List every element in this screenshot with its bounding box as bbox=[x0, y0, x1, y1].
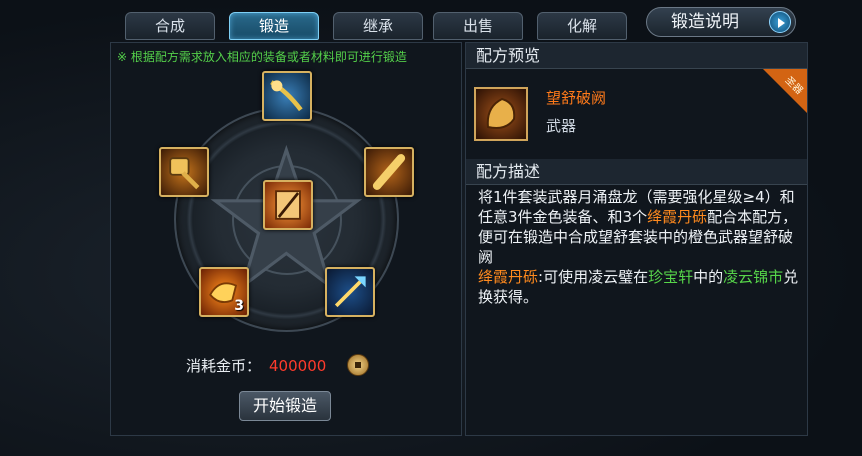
left-slot[interactable] bbox=[159, 147, 209, 197]
scroll-weapon-icon bbox=[275, 190, 301, 220]
material-name: 绛霞丹砾 bbox=[478, 268, 539, 286]
forge-panel: ※ 根据配方需求放入相应的装备或者材料即可进行锻造 3 消耗金币： 400000… bbox=[110, 42, 462, 436]
recipe-item-name: 望舒破阙 bbox=[546, 89, 607, 107]
gold-club-icon bbox=[372, 154, 406, 190]
tab-dismantle[interactable]: 化解 bbox=[537, 12, 627, 40]
market-link[interactable]: 凌云锦市 bbox=[723, 268, 783, 286]
dragon-staff-icon bbox=[270, 80, 303, 112]
desc-text: 中的 bbox=[693, 268, 724, 286]
right-slot[interactable] bbox=[364, 147, 414, 197]
gold-hammer-icon bbox=[169, 157, 200, 190]
recipe-item-icon[interactable] bbox=[474, 87, 528, 141]
cost-row: 消耗金币： 400000 bbox=[186, 355, 326, 376]
desc-text: :可使用凌云璧在 bbox=[538, 268, 649, 286]
cost-value: 400000 bbox=[269, 357, 327, 375]
cost-label: 消耗金币： bbox=[186, 357, 262, 375]
forge-hint: ※ 根据配方需求放入相应的装备或者材料即可进行锻造 bbox=[117, 50, 407, 64]
recipe-panel: 配方预览 望舒破阙 武器 圣器 配方描述 将1件套装武器月涌盘龙（需要强化星级≥… bbox=[465, 42, 808, 436]
item-count: 3 bbox=[234, 298, 244, 314]
forge-screen: 合成 锻造 继承 出售 化解 锻造说明 ※ 根据配方需求放入相应的装备或者材料即… bbox=[0, 0, 862, 456]
play-arrow-icon bbox=[769, 11, 791, 33]
recipe-preview-header: 配方预览 bbox=[466, 43, 807, 69]
bottom-right-slot[interactable] bbox=[325, 267, 375, 317]
shop-link[interactable]: 珍宝轩 bbox=[648, 268, 693, 286]
golden-dragon-weapon-icon bbox=[486, 97, 516, 129]
center-slot[interactable] bbox=[263, 180, 313, 230]
forge-help-label: 锻造说明 bbox=[671, 12, 739, 32]
gold-coin-icon bbox=[347, 354, 369, 376]
tab-forge[interactable]: 锻造 bbox=[229, 12, 319, 40]
blue-spear-icon bbox=[334, 276, 366, 308]
recipe-description-header: 配方描述 bbox=[466, 159, 807, 185]
start-forge-button[interactable]: 开始锻造 bbox=[239, 391, 331, 421]
material-name: 绛霞丹砾 bbox=[647, 208, 708, 226]
recipe-description: 将1件套装武器月涌盘龙（需要强化星级≥4）和任意3件金色装备、和3个绛霞丹砾配合… bbox=[478, 187, 800, 307]
tab-inherit[interactable]: 继承 bbox=[333, 12, 423, 40]
tab-synthesis[interactable]: 合成 bbox=[125, 12, 215, 40]
tab-sell[interactable]: 出售 bbox=[433, 12, 523, 40]
forge-help-button[interactable]: 锻造说明 bbox=[646, 7, 796, 37]
bottom-left-slot[interactable]: 3 bbox=[199, 267, 249, 317]
recipe-item-type: 武器 bbox=[546, 117, 577, 135]
top-slot[interactable] bbox=[262, 71, 312, 121]
